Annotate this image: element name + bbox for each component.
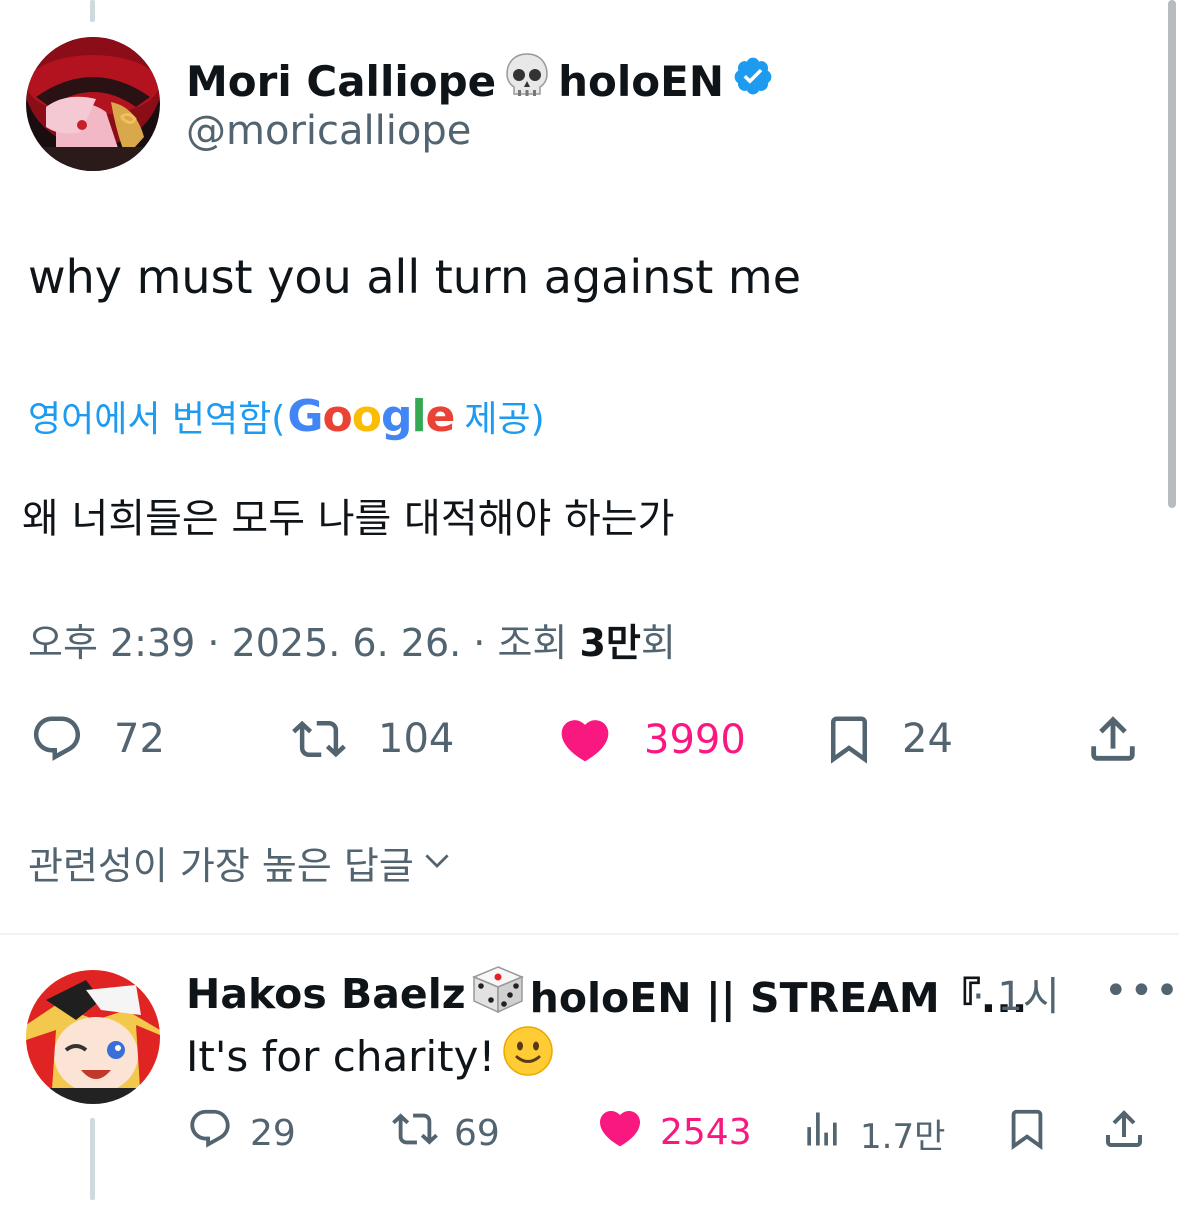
verified-badge-icon — [732, 55, 774, 107]
display-name[interactable]: Mori Calliope — [186, 57, 496, 106]
author-name[interactable]: Mori Calliope holoEN — [186, 52, 774, 110]
views-icon — [800, 1106, 844, 1161]
translation-suffix: 제공) — [464, 399, 545, 440]
view-count: 3만 — [579, 621, 641, 665]
like-button[interactable]: 3990 — [554, 712, 746, 768]
reply-views-button[interactable]: 1.7만 — [800, 1106, 945, 1161]
retweet-icon — [388, 1106, 442, 1161]
reply-like-count: 2543 — [660, 1112, 752, 1153]
thread-line-top — [90, 0, 95, 22]
retweet-button[interactable]: 104 — [286, 712, 454, 766]
reply-reply-count: 29 — [250, 1113, 296, 1154]
replies-sort-dropdown[interactable]: 관련성이 가장 높은 답글 — [28, 835, 456, 890]
tweet-meta[interactable]: 오후 2:39 · 2025. 6. 26. · 조회 3만회 — [28, 612, 676, 667]
heart-icon — [594, 1104, 646, 1161]
reply-text: It's for charity! — [186, 1024, 555, 1088]
bookmark-icon — [1004, 1104, 1050, 1163]
tweet-text: why must you all turn against me — [28, 250, 802, 304]
dice-emoji-icon — [470, 964, 526, 1024]
reply-timestamp[interactable]: · 1시 — [972, 964, 1060, 1022]
reply-bookmark-button[interactable] — [1004, 1104, 1050, 1163]
reply-like-button[interactable]: 2543 — [594, 1104, 752, 1161]
scrollbar[interactable] — [1168, 0, 1176, 508]
reply-count: 72 — [114, 716, 165, 762]
author-handle[interactable]: @moricalliope — [186, 108, 471, 154]
reply-name-suffix[interactable]: holoEN || STREAM『... — [530, 964, 1028, 1024]
translation-attribution[interactable]: 영어에서 번역함( Google 제공) — [28, 390, 545, 442]
reply-reply-button[interactable]: 29 — [186, 1106, 296, 1161]
bookmark-icon — [822, 710, 876, 768]
reply-display-name[interactable]: Hakos Baelz — [186, 970, 466, 1018]
heart-icon — [554, 712, 616, 768]
reply-retweet-count: 69 — [454, 1113, 500, 1154]
divider — [0, 933, 1179, 935]
timestamp[interactable]: 오후 2:39 · 2025. 6. 26. · 조회 — [28, 621, 579, 665]
retweet-count: 104 — [378, 716, 455, 762]
skull-emoji-icon — [504, 52, 550, 110]
avatar[interactable] — [26, 37, 160, 171]
bookmark-count: 24 — [902, 716, 953, 762]
sort-label: 관련성이 가장 높은 답글 — [28, 844, 414, 888]
translation-prefix: 영어에서 번역함( — [28, 399, 286, 440]
reply-share-button[interactable] — [1100, 1104, 1148, 1163]
like-count: 3990 — [644, 717, 746, 763]
reply-icon — [186, 1106, 234, 1161]
more-icon[interactable]: ••• — [1104, 968, 1179, 1014]
reply-author-name[interactable]: Hakos Baelz holoEN || STREAM『... — [186, 964, 1027, 1024]
name-suffix[interactable]: holoEN — [558, 57, 724, 106]
share-button[interactable] — [1084, 710, 1142, 768]
retweet-icon — [286, 712, 352, 766]
reply-retweet-button[interactable]: 69 — [388, 1106, 500, 1161]
view-suffix: 회 — [640, 621, 676, 665]
reply-icon — [28, 712, 86, 766]
thread-line-bottom — [90, 1118, 95, 1200]
reply-avatar[interactable] — [26, 970, 160, 1104]
reply-button[interactable]: 72 — [28, 712, 165, 766]
smile-emoji-icon — [501, 1024, 555, 1088]
bookmark-button[interactable]: 24 — [822, 710, 953, 768]
google-logo: Google — [287, 390, 455, 442]
reply-text-content: It's for charity! — [186, 1031, 496, 1081]
share-icon — [1100, 1104, 1148, 1163]
translated-text: 왜 너희들은 모두 나를 대적해야 하는가 — [22, 496, 675, 542]
share-icon — [1084, 710, 1142, 768]
reply-view-count: 1.7만 — [860, 1117, 946, 1157]
chevron-down-icon — [418, 841, 456, 885]
